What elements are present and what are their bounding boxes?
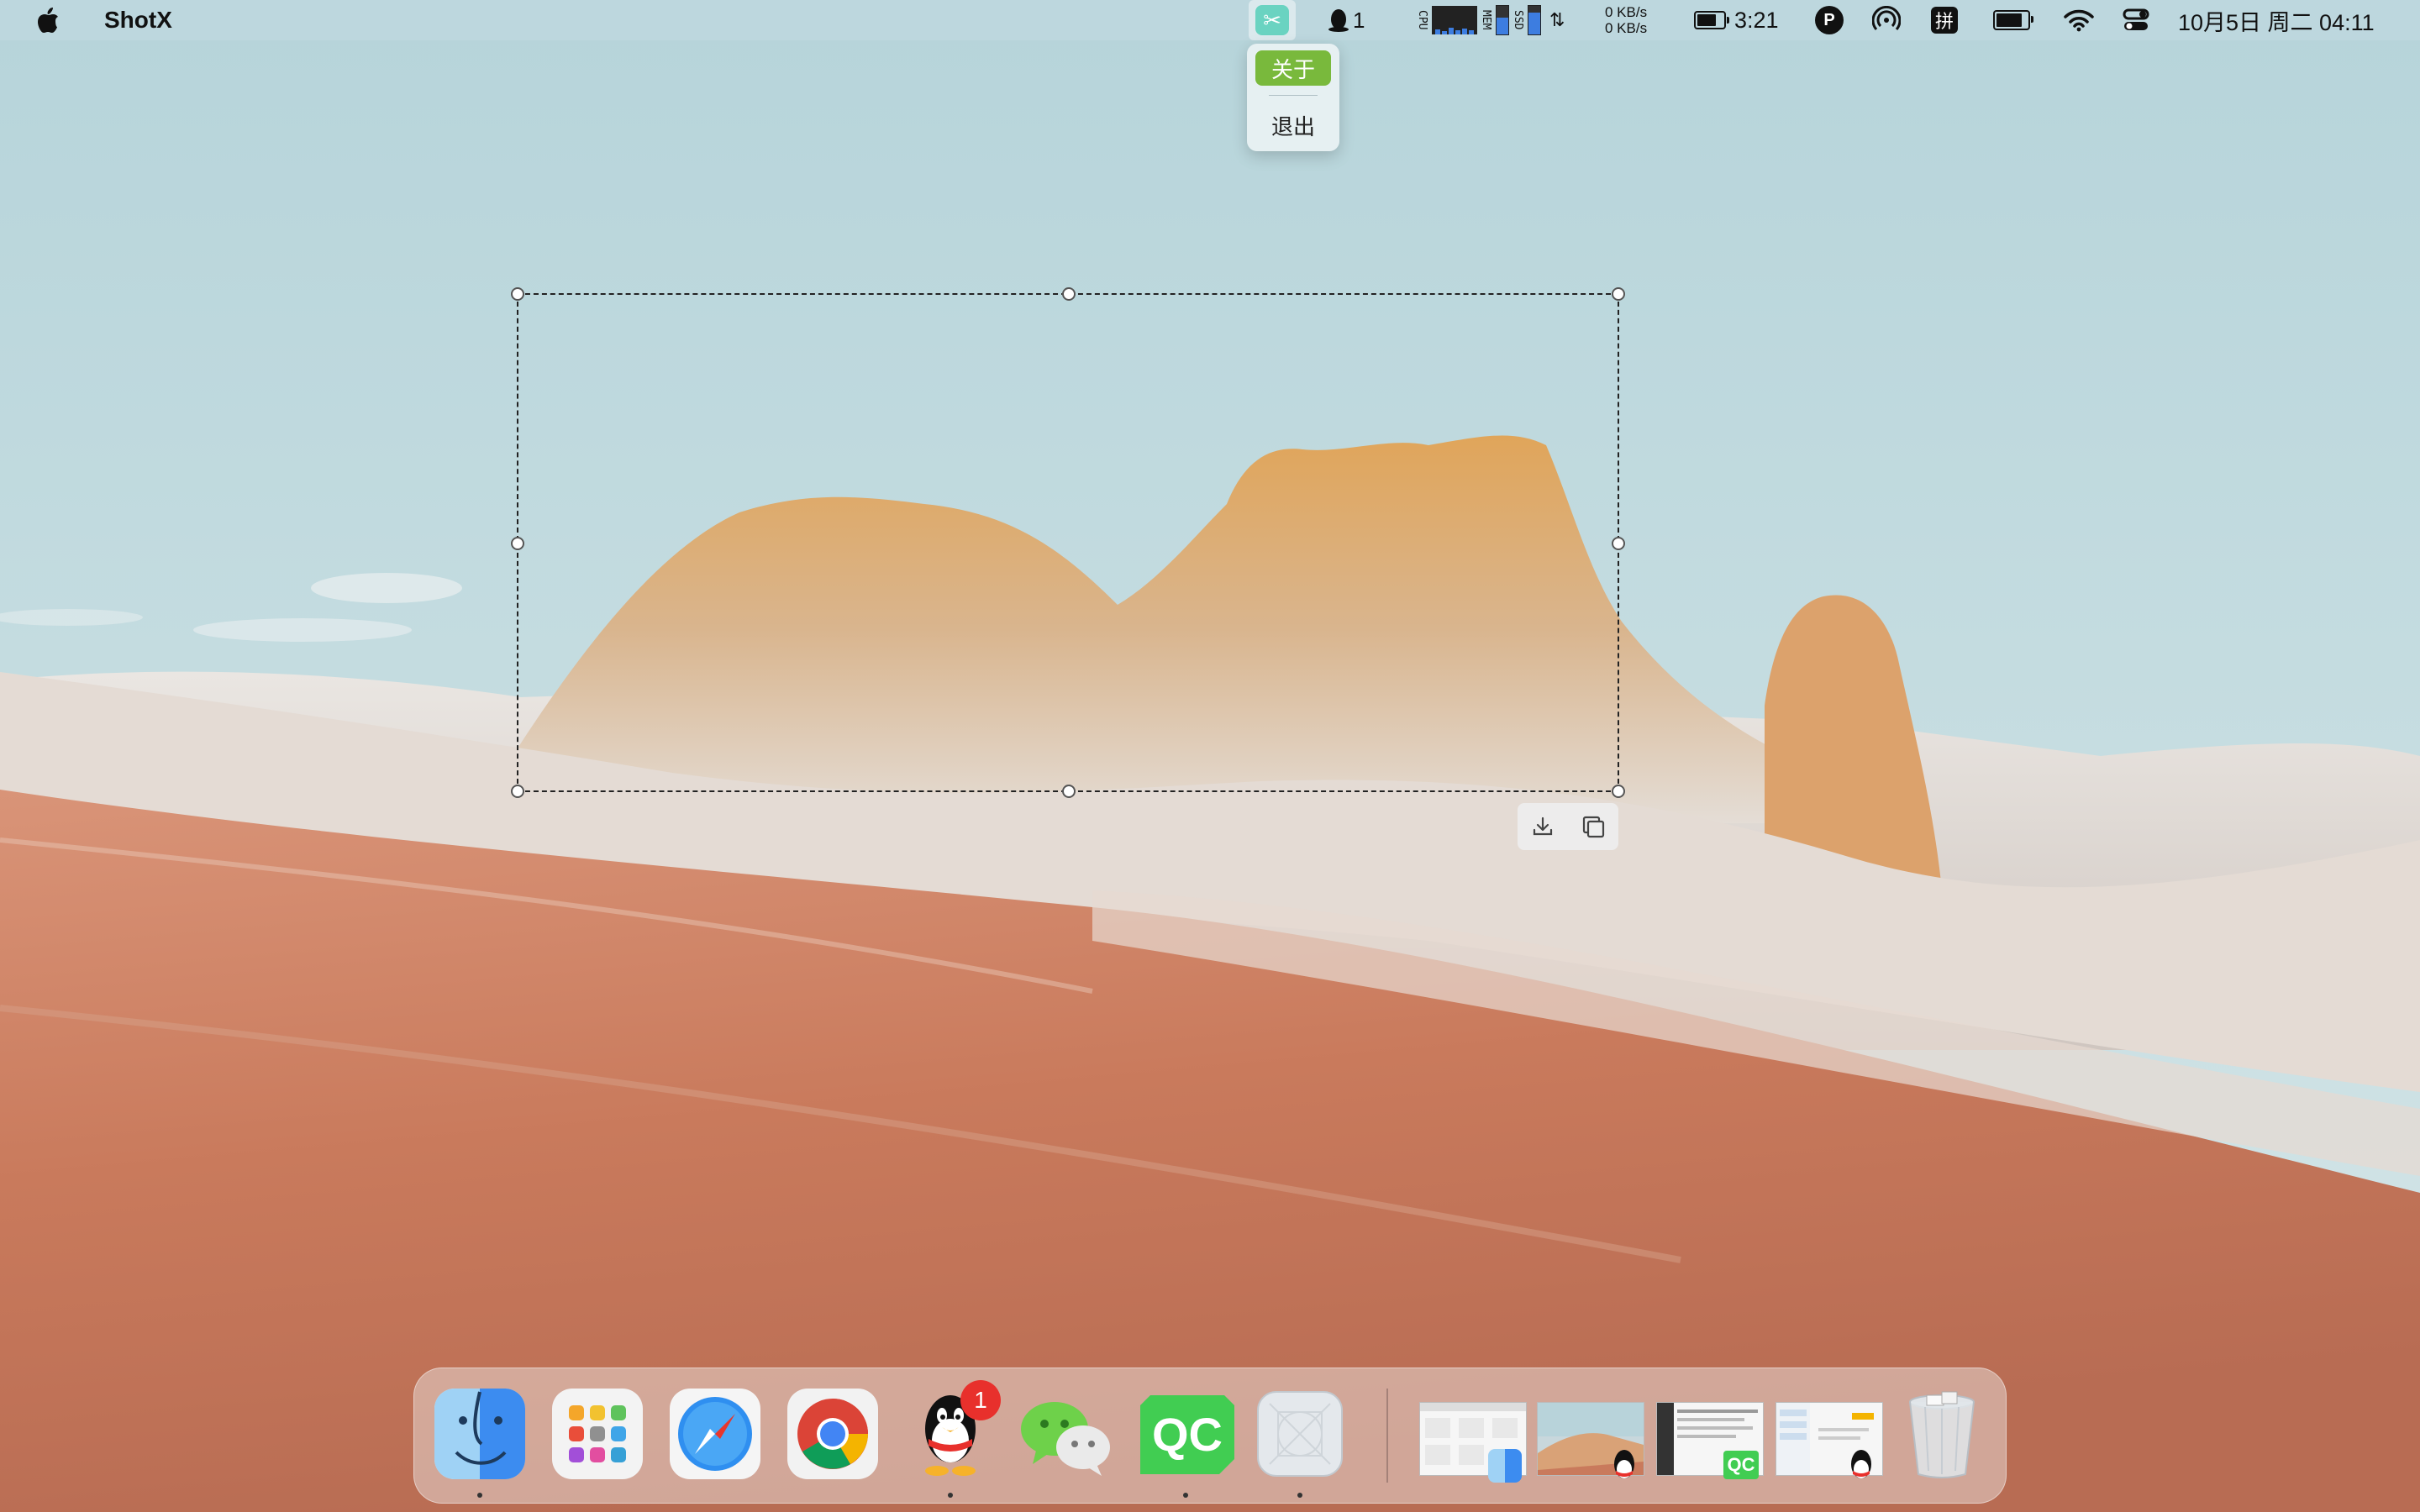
- dock: 1 QC QC: [413, 1368, 2007, 1504]
- cpu-graph: [1432, 6, 1477, 34]
- dock-app-finder[interactable]: [433, 1387, 527, 1481]
- broadcast-icon: [1872, 6, 1901, 30]
- resize-handle-left[interactable]: [511, 537, 524, 550]
- system-stats-widget[interactable]: CPU MEM SSD ⇅: [1416, 0, 1565, 40]
- resize-handle-top-right[interactable]: [1612, 287, 1625, 301]
- notification-badge: 1: [960, 1380, 1001, 1420]
- dock-app-wechat[interactable]: [1014, 1387, 1110, 1481]
- airdrop-status-icon[interactable]: [1872, 0, 1901, 40]
- menu-item-quit[interactable]: 退出: [1255, 108, 1331, 143]
- penguin-icon: [1328, 9, 1349, 32]
- input-method-label: 拼: [1931, 7, 1958, 34]
- clock[interactable]: 10月5日 周二 04:11: [2178, 0, 2375, 40]
- dock-app-qq[interactable]: 1: [903, 1380, 1001, 1481]
- wechat-icon: [1021, 1402, 1110, 1476]
- dock-app-launchpad[interactable]: [550, 1387, 644, 1481]
- network-speed[interactable]: 0 KB/s 0 KB/s: [1605, 0, 1647, 40]
- qq-status-item[interactable]: 1: [1328, 0, 1365, 40]
- resize-handle-bottom[interactable]: [1062, 785, 1076, 798]
- resize-handle-top-left[interactable]: [511, 287, 524, 301]
- running-indicator: [477, 1493, 482, 1498]
- running-indicator: [948, 1493, 953, 1498]
- battery-icon: [1694, 11, 1729, 29]
- menu-bar: ShotX ✂ 1 CPU MEM SSD ⇅ 0 KB/s 0 KB/s 3:…: [0, 0, 2420, 40]
- launchpad-icon: [552, 1389, 643, 1479]
- qt-creator-mini-icon: QC: [1723, 1451, 1759, 1479]
- network-arrows-icon: ⇅: [1549, 9, 1565, 30]
- disk-gauge: [1528, 5, 1541, 35]
- scissors-icon: ✂: [1255, 5, 1289, 35]
- apple-menu-icon[interactable]: [35, 6, 60, 34]
- qq-mini-icon: [1614, 1450, 1634, 1478]
- ssd-label: SSD: [1512, 10, 1524, 30]
- running-indicator: [1297, 1493, 1302, 1498]
- svg-text:QC: QC: [1152, 1408, 1223, 1461]
- running-indicator: [1183, 1493, 1188, 1498]
- copy-button[interactable]: [1575, 808, 1612, 845]
- resize-handle-bottom-left[interactable]: [511, 785, 524, 798]
- control-center-icon[interactable]: [2123, 0, 2149, 40]
- trash-icon: [1909, 1391, 1975, 1478]
- p-icon: P: [1815, 6, 1844, 34]
- save-button[interactable]: [1524, 808, 1561, 845]
- mem-label: MEM: [1480, 10, 1492, 30]
- toggles-icon: [2123, 8, 2149, 30]
- copy-icon: [1582, 816, 1605, 838]
- dock-app-shotx[interactable]: [1253, 1387, 1347, 1481]
- resize-handle-bottom-right[interactable]: [1612, 785, 1625, 798]
- app-menu-name[interactable]: ShotX: [104, 7, 172, 34]
- input-method-status[interactable]: 拼: [1931, 0, 1958, 40]
- battery-status-icon[interactable]: [1993, 0, 2033, 40]
- finder-icon: [434, 1389, 525, 1479]
- download-speed: 0 KB/s: [1605, 20, 1648, 36]
- upload-speed: 0 KB/s: [1605, 4, 1648, 20]
- qq-unread-count: 1: [1353, 7, 1365, 33]
- download-icon: [1533, 816, 1553, 836]
- safari-icon: [670, 1389, 760, 1479]
- qt-creator-icon: QC: [1140, 1395, 1234, 1474]
- battery-time-remaining: 3:21: [1734, 7, 1779, 33]
- dock-trash[interactable]: [1895, 1387, 1989, 1481]
- proxy-status-icon[interactable]: P: [1815, 0, 1844, 40]
- battery-icon: [1993, 10, 2033, 30]
- cpu-label: CPU: [1416, 10, 1428, 30]
- menu-item-about[interactable]: 关于: [1255, 50, 1331, 86]
- capture-selection-area[interactable]: [511, 287, 1625, 798]
- chrome-icon: [787, 1389, 878, 1479]
- resize-handle-right[interactable]: [1612, 537, 1625, 550]
- wifi-status-icon[interactable]: [2064, 0, 2094, 40]
- resize-handle-top[interactable]: [1062, 287, 1076, 301]
- shotx-placeholder-icon: [1257, 1391, 1343, 1477]
- battery-time-status[interactable]: 3:21: [1694, 0, 1779, 40]
- finder-mini-icon: [1488, 1449, 1522, 1483]
- dock-separator: [1386, 1389, 1388, 1483]
- dock-app-safari[interactable]: [668, 1387, 762, 1481]
- memory-gauge: [1496, 5, 1509, 35]
- shotx-dropdown-menu: 关于 退出: [1247, 44, 1339, 151]
- menu-separator: [1269, 95, 1318, 96]
- dock-app-chrome[interactable]: [786, 1387, 880, 1481]
- dock-app-qt-creator[interactable]: QC: [1134, 1387, 1234, 1481]
- wifi-icon: [2064, 9, 2094, 32]
- shotx-status-icon[interactable]: ✂: [1249, 0, 1296, 40]
- qq-mini-icon: [1851, 1450, 1871, 1478]
- selection-toolbar: [1518, 803, 1618, 850]
